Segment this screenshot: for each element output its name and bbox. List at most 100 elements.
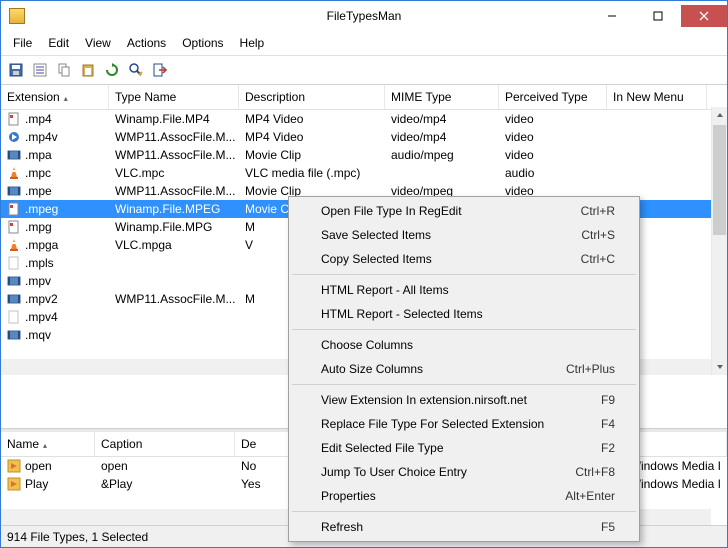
cell-mime: video/mp4 [385,112,499,126]
col-mimetype[interactable]: MIME Type [385,85,499,109]
col-caption[interactable]: Caption [95,432,235,456]
minimize-button[interactable] [589,5,635,27]
scroll-down-icon[interactable] [712,359,727,375]
cell-extension: .mp4 [25,112,52,126]
context-menu-item[interactable]: Jump To User Choice EntryCtrl+F8 [291,460,637,484]
menu-file[interactable]: File [5,33,40,53]
cell-extension: .mpls [25,256,54,270]
cell-extension: .mpga [25,238,58,252]
menubar: File Edit View Actions Options Help [1,31,727,55]
context-menu-item[interactable]: Copy Selected ItemsCtrl+C [291,247,637,271]
ctx-label: Jump To User Choice Entry [321,465,575,479]
cell-extension: .mpv [25,274,51,288]
cell-extension: .mpeg [25,202,58,216]
cell-typename: Winamp.File.MPG [109,220,239,234]
sort-indicator-icon: ▴ [64,94,68,103]
table-row[interactable]: .mp4v WMP11.AssocFile.M...MP4 Videovideo/… [1,128,727,146]
context-menu-item[interactable]: Auto Size ColumnsCtrl+Plus [291,357,637,381]
cell-typename: VLC.mpc [109,166,239,180]
ctx-label: View Extension In extension.nirsoft.net [321,393,601,407]
cell-mime: audio/mpeg [385,148,499,162]
cell-extension: .mpc [25,166,51,180]
menu-separator [292,384,636,385]
cell-typename: WMP11.AssocFile.M... [109,148,239,162]
menu-help[interactable]: Help [232,33,273,53]
cell-description: MP4 Video [239,130,385,144]
cell-name: Play [25,477,48,491]
cell-description: VLC media file (.mpc) [239,166,385,180]
maximize-button[interactable] [635,5,681,27]
cell-typename: VLC.mpga [109,238,239,252]
cell-description: Movie Clip [239,148,385,162]
col-perceived[interactable]: Perceived Type [499,85,607,109]
ctx-shortcut: F5 [601,520,615,534]
cell-mime: video/mp4 [385,130,499,144]
sort-indicator-icon: ▴ [43,441,47,450]
ctx-shortcut: Ctrl+R [581,204,615,218]
context-menu-item[interactable]: PropertiesAlt+Enter [291,484,637,508]
col-typename[interactable]: Type Name [109,85,239,109]
find-icon[interactable] [125,59,147,81]
close-button[interactable] [681,5,727,27]
cell-extension: .mpv2 [25,292,58,306]
cell-extension: .mqv [25,328,51,342]
cell-typename: Winamp.File.MPEG [109,202,239,216]
exit-icon[interactable] [149,59,171,81]
col-innewmenu[interactable]: In New Menu [607,85,707,109]
table-row[interactable]: .mp4Winamp.File.MP4MP4 Videovideo/mp4vid… [1,110,727,128]
app-icon [9,8,25,24]
col-name[interactable]: Name▴ [1,432,95,456]
cell-caption: open [95,459,235,473]
context-menu-item[interactable]: RefreshF5 [291,515,637,539]
col-description[interactable]: Description [239,85,385,109]
save-icon[interactable] [5,59,27,81]
scroll-up-icon[interactable] [712,107,727,123]
context-menu-item[interactable]: Edit Selected File TypeF2 [291,436,637,460]
cell-perceived: video [499,148,607,162]
context-menu-item[interactable]: View Extension In extension.nirsoft.netF… [291,388,637,412]
ctx-shortcut: Ctrl+F8 [575,465,615,479]
ctx-label: HTML Report - All Items [321,283,615,297]
col-extension[interactable]: Extension▴ [1,85,109,109]
context-menu-item[interactable]: HTML Report - All Items [291,278,637,302]
ctx-label: Save Selected Items [321,228,581,242]
menu-options[interactable]: Options [174,33,231,53]
ctx-shortcut: Alt+Enter [565,489,615,503]
ctx-shortcut: F2 [601,441,615,455]
refresh-icon[interactable] [101,59,123,81]
main-scrollbar[interactable] [711,107,727,375]
context-menu: Open File Type In RegEditCtrl+RSave Sele… [288,196,640,542]
cell-typename: WMP11.AssocFile.M... [109,130,239,144]
ctx-label: Choose Columns [321,338,615,352]
context-menu-item[interactable]: Replace File Type For Selected Extension… [291,412,637,436]
ctx-shortcut: Ctrl+C [581,252,615,266]
cell-typename: WMP11.AssocFile.M... [109,184,239,198]
main-list-header: Extension▴ Type Name Description MIME Ty… [1,85,727,110]
ctx-label: Properties [321,489,565,503]
paste-icon[interactable] [77,59,99,81]
context-menu-item[interactable]: HTML Report - Selected Items [291,302,637,326]
cell-typename: WMP11.AssocFile.M... [109,292,239,306]
scroll-thumb[interactable] [713,125,726,235]
ctx-label: Copy Selected Items [321,252,581,266]
menu-view[interactable]: View [77,33,119,53]
cell-extension: .mp4v [25,130,58,144]
ctx-shortcut: F9 [601,393,615,407]
status-text: 914 File Types, 1 Selected [7,530,148,544]
menu-edit[interactable]: Edit [40,33,77,53]
context-menu-item[interactable]: Save Selected ItemsCtrl+S [291,223,637,247]
properties-icon[interactable] [29,59,51,81]
context-menu-item[interactable]: Choose Columns [291,333,637,357]
menu-separator [292,274,636,275]
table-row[interactable]: .mpaWMP11.AssocFile.M...Movie Clipaudio/… [1,146,727,164]
cell-description: MP4 Video [239,112,385,126]
table-row[interactable]: .mpcVLC.mpcVLC media file (.mpc)audio [1,164,727,182]
menu-actions[interactable]: Actions [119,33,174,53]
ctx-shortcut: F4 [601,417,615,431]
context-menu-item[interactable]: Open File Type In RegEditCtrl+R [291,199,637,223]
menu-separator [292,329,636,330]
titlebar[interactable]: FileTypesMan [1,1,727,31]
copy-icon[interactable] [53,59,75,81]
ctx-label: Edit Selected File Type [321,441,601,455]
cell-extension: .mpe [25,184,52,198]
